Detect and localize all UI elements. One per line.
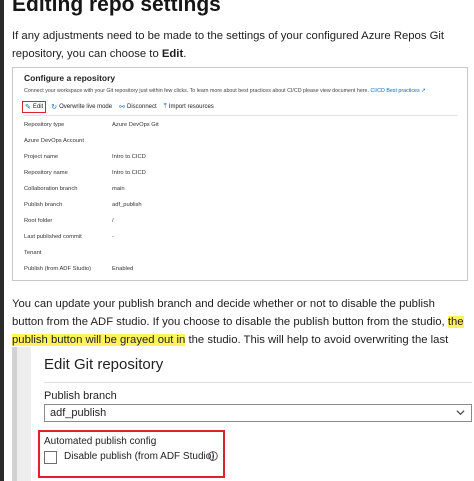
edit-label: Edit — [32, 103, 44, 110]
toolbar-divider — [24, 115, 458, 116]
publish-branch-label: Publish branch — [44, 390, 117, 402]
row-key: Collaboration branch — [24, 186, 78, 192]
chevron-down-icon — [456, 410, 465, 416]
row-key: Tenant — [24, 250, 42, 256]
row-key: Last published commit — [24, 234, 82, 240]
page-title: Editing repo settings — [12, 0, 221, 16]
overwrite-live-mode-button[interactable]: ↻ Overwrite live mode — [51, 103, 112, 111]
intro-paragraph: If any adjustments need to be made to th… — [12, 27, 468, 63]
disconnect-label: Disconnect — [126, 103, 157, 110]
row-key: Repository name — [24, 170, 68, 176]
edit-git-repository-panel: Edit Git repository Publish branch adf_p… — [31, 347, 474, 481]
row-value: main — [112, 186, 125, 192]
publish-text: You can update your publish branch and d… — [12, 298, 448, 328]
row-value: Intro to CICD — [112, 170, 146, 176]
external-link-icon: ↗ — [421, 88, 426, 94]
row-value: / — [112, 218, 114, 224]
panel-edge — [12, 347, 17, 481]
import-resources-button[interactable]: ⤒ Import resources — [164, 103, 214, 111]
row-value: Azure DevOps Git — [112, 122, 159, 128]
edit-git-repository-screenshot: Edit Git repository Publish branch adf_p… — [12, 347, 474, 481]
edit-git-repository-title: Edit Git repository — [44, 356, 164, 373]
automated-publish-config-label: Automated publish config — [44, 436, 157, 447]
configure-repository-panel: Configure a repository Connect your work… — [12, 67, 468, 281]
pencil-icon: ✎ — [25, 103, 31, 111]
row-value: - — [112, 234, 114, 240]
publish-branch-value: adf_publish — [50, 407, 107, 419]
row-key: Repository type — [24, 122, 65, 128]
row-key: Publish (from ADF Studio) — [24, 266, 92, 272]
title-divider — [44, 382, 472, 383]
publish-branch-select[interactable]: adf_publish — [44, 404, 472, 422]
row-value: adf_publish — [112, 202, 142, 208]
configure-repository-title: Configure a repository — [24, 73, 116, 83]
row-key: Root folder — [24, 218, 53, 224]
configure-repository-description: Connect your workspace with your Git rep… — [24, 88, 426, 94]
import-icon: ⤒ — [163, 102, 167, 110]
row-key: Azure DevOps Account — [24, 138, 84, 144]
row-value: Enabled — [112, 266, 134, 272]
intro-edit-emphasis: Edit — [161, 48, 184, 60]
refresh-icon: ↻ — [51, 103, 58, 111]
description-text: Connect your workspace with your Git rep… — [24, 88, 369, 94]
cicd-best-practices-link[interactable]: CI/CD Best practices — [370, 88, 419, 94]
overwrite-label: Overwrite live mode — [59, 103, 113, 110]
row-key: Project name — [24, 154, 59, 160]
row-value: Intro to CICD — [112, 154, 146, 160]
intro-text: If any adjustments need to be made to th… — [12, 30, 445, 60]
edit-button[interactable]: ✎ Edit — [22, 100, 47, 113]
disable-publish-label: Disable publish (from ADF Studio) — [64, 451, 215, 462]
disable-publish-checkbox[interactable] — [44, 451, 57, 464]
document-left-bar — [0, 0, 4, 481]
intro-end: . — [183, 48, 187, 60]
disconnect-button[interactable]: ⚯ Disconnect — [119, 103, 157, 111]
info-icon[interactable] — [208, 451, 218, 461]
disconnect-icon: ⚯ — [119, 103, 125, 111]
repository-toolbar: ✎ Edit ↻ Overwrite live mode ⚯ Disconnec… — [22, 100, 221, 113]
row-key: Publish branch — [24, 202, 63, 208]
import-label: Import resources — [168, 103, 214, 110]
